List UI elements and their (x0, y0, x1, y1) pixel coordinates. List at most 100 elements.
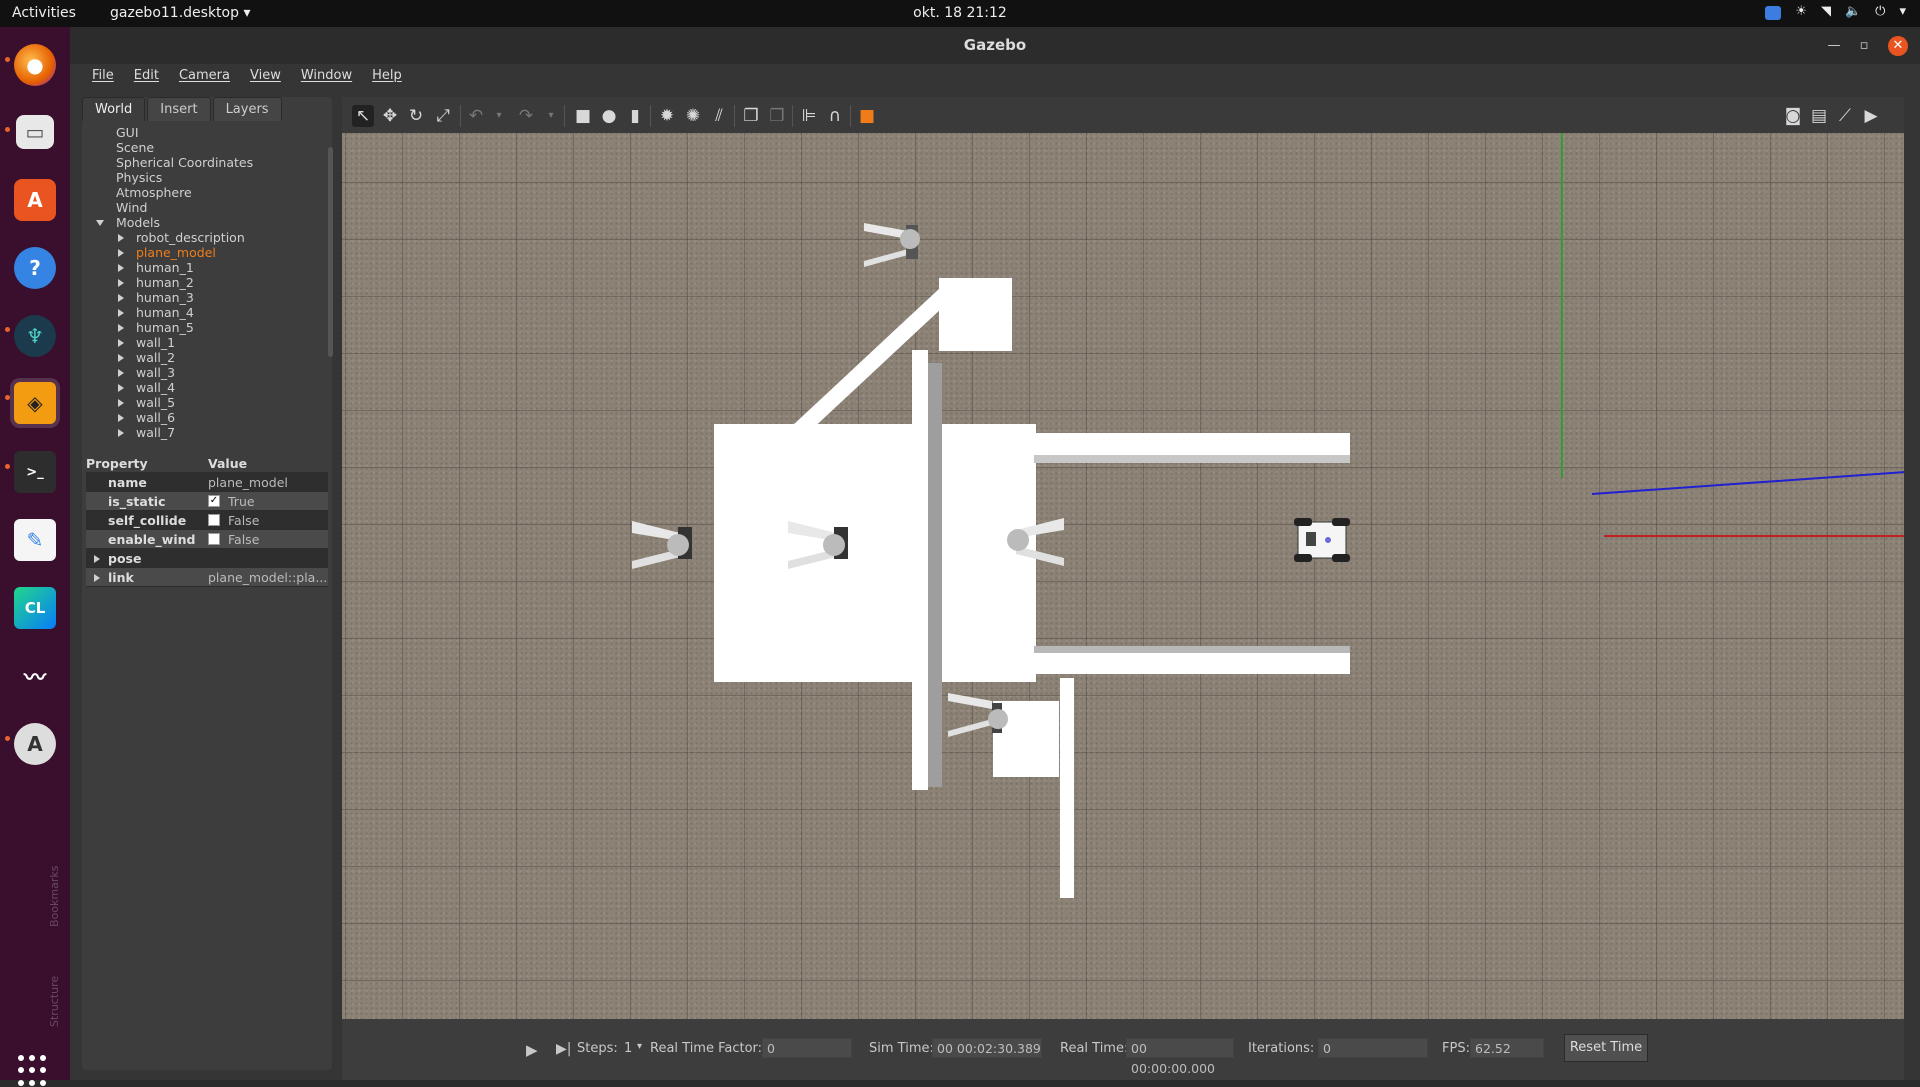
gazebo-icon[interactable]: ◈ (10, 378, 60, 428)
is-static-checkbox[interactable]: ✓ (208, 495, 220, 507)
translate-mode-icon[interactable]: ✥ (379, 105, 401, 127)
play-icon[interactable]: ▶ (526, 1041, 538, 1059)
tree-item-model[interactable]: wall_3 (88, 365, 328, 380)
tree-item-model[interactable]: human_4 (88, 305, 328, 320)
gitkraken-icon[interactable]: ♆ (10, 311, 60, 361)
chevron-down-icon[interactable]: ▾ (488, 105, 510, 127)
tree-item-model[interactable]: wall_1 (88, 335, 328, 350)
human-model[interactable] (864, 215, 924, 271)
tree-item-wind[interactable]: Wind (88, 200, 328, 215)
chevron-down-icon[interactable]: ▾ (540, 105, 562, 127)
tree-item-model[interactable]: wall_2 (88, 350, 328, 365)
property-row-enable-wind[interactable]: enable_wind False (86, 530, 328, 549)
tree-item-model[interactable]: human_3 (88, 290, 328, 305)
expand-right-icon[interactable] (118, 369, 124, 377)
property-row-name[interactable]: name plane_model (86, 473, 328, 492)
tree-item-model[interactable]: wall_7 (88, 425, 328, 440)
3d-viewport[interactable] (342, 133, 1904, 1019)
power-icon[interactable]: ⏻ (1875, 4, 1885, 20)
tree-item-spherical-coordinates[interactable]: Spherical Coordinates (88, 155, 328, 170)
show-applications-icon[interactable] (18, 1055, 50, 1087)
tree-item-model[interactable]: human_2 (88, 275, 328, 290)
paste-icon[interactable]: ❒ (766, 105, 788, 127)
expand-right-icon[interactable] (118, 429, 124, 437)
tree-item-atmosphere[interactable]: Atmosphere (88, 185, 328, 200)
software-updater-icon[interactable]: A (10, 719, 60, 769)
tree-item-models[interactable]: Models (88, 215, 328, 230)
tree-item-model[interactable]: wall_4 (88, 380, 328, 395)
redo-icon[interactable]: ↷ (515, 105, 537, 127)
tree-item-model-selected[interactable]: plane_model (88, 245, 328, 260)
expand-right-icon[interactable] (118, 384, 124, 392)
human-model[interactable] (788, 513, 858, 573)
scale-mode-icon[interactable]: ⤢ (432, 105, 454, 127)
expand-right-icon[interactable] (118, 294, 124, 302)
spot-light-icon[interactable]: ✺ (682, 105, 704, 127)
expand-right-icon[interactable] (118, 234, 124, 242)
terminal-icon[interactable]: >_ (10, 447, 60, 497)
files-icon[interactable]: ▭ (10, 107, 60, 157)
select-mode-icon[interactable]: ↖ (352, 105, 374, 127)
tab-world[interactable]: World (82, 97, 146, 121)
chevron-down-icon[interactable]: ▾ (637, 1041, 642, 1052)
directional-light-icon[interactable]: ⫽ (708, 105, 730, 127)
box-object[interactable] (939, 278, 1012, 351)
undo-icon[interactable]: ↶ (465, 105, 487, 127)
cylinder-shape-icon[interactable]: ▮ (624, 105, 646, 127)
firefox-icon[interactable]: ● (10, 40, 60, 90)
camera-screenshot-icon[interactable]: ◙ (1782, 105, 1804, 127)
expand-down-icon[interactable] (96, 220, 104, 226)
tree-item-model[interactable]: human_5 (88, 320, 328, 335)
menu-help[interactable]: Help (362, 64, 412, 88)
window-titlebar[interactable]: Gazebo — ▫ ✕ (70, 27, 1920, 64)
expand-right-icon[interactable] (118, 399, 124, 407)
tree-item-physics[interactable]: Physics (88, 170, 328, 185)
change-view-icon[interactable]: ■ (856, 105, 878, 127)
self-collide-checkbox[interactable] (208, 514, 220, 526)
copy-icon[interactable]: ❐ (740, 105, 762, 127)
video-record-icon[interactable]: ▶ (1860, 105, 1882, 127)
steps-spinner[interactable]: 1 (624, 1041, 632, 1056)
volume-icon[interactable]: 🔈 (1845, 4, 1861, 20)
close-icon[interactable]: ✕ (1888, 36, 1908, 56)
property-row-self-collide[interactable]: self_collide False (86, 511, 328, 530)
menu-camera[interactable]: Camera (169, 64, 240, 88)
tree-item-model[interactable]: human_1 (88, 260, 328, 275)
human-model[interactable] (632, 513, 702, 573)
expand-right-icon[interactable] (94, 555, 100, 563)
menu-file[interactable]: File (82, 64, 124, 88)
expand-right-icon[interactable] (118, 324, 124, 332)
property-row-is-static[interactable]: is_static ✓ True (86, 492, 328, 511)
system-tray[interactable]: ☀ ◥ 🔈 ⏻ ▾ (1765, 4, 1906, 20)
brightness-icon[interactable]: ☀ (1795, 4, 1807, 20)
expand-right-icon[interactable] (118, 249, 124, 257)
expand-right-icon[interactable] (118, 279, 124, 287)
human-model[interactable] (948, 685, 1008, 741)
enable-wind-checkbox[interactable] (208, 533, 220, 545)
menu-view[interactable]: View (240, 64, 291, 88)
menu-window[interactable]: Window (291, 64, 362, 88)
tree-item-model[interactable]: wall_5 (88, 395, 328, 410)
log-icon[interactable]: ▤ (1808, 105, 1830, 127)
chevron-down-icon[interactable]: ▾ (1899, 4, 1906, 20)
expand-right-icon[interactable] (94, 574, 100, 582)
maximize-icon[interactable]: ▫ (1854, 36, 1874, 56)
plot-icon[interactable]: ⟋ (1834, 105, 1856, 127)
tree-scrollbar[interactable] (328, 147, 333, 357)
tree-item-model[interactable]: robot_description (88, 230, 328, 245)
rotate-mode-icon[interactable]: ↻ (405, 105, 427, 127)
software-center-icon[interactable]: A (10, 175, 60, 225)
menu-edit[interactable]: Edit (124, 64, 169, 88)
human-model[interactable] (994, 510, 1064, 570)
wall-vertical-divider[interactable] (912, 350, 928, 790)
expand-right-icon[interactable] (118, 354, 124, 362)
expand-right-icon[interactable] (118, 264, 124, 272)
reset-time-button[interactable]: Reset Time (1564, 1034, 1648, 1062)
wall-bottom-stub[interactable] (1060, 678, 1074, 898)
expand-right-icon[interactable] (118, 339, 124, 347)
expand-right-icon[interactable] (118, 414, 124, 422)
wifi-icon[interactable]: ◥ (1821, 4, 1831, 20)
property-row-pose[interactable]: pose (86, 549, 328, 568)
align-icon[interactable]: ⊫ (798, 105, 820, 127)
tree-item-scene[interactable]: Scene (88, 140, 328, 155)
